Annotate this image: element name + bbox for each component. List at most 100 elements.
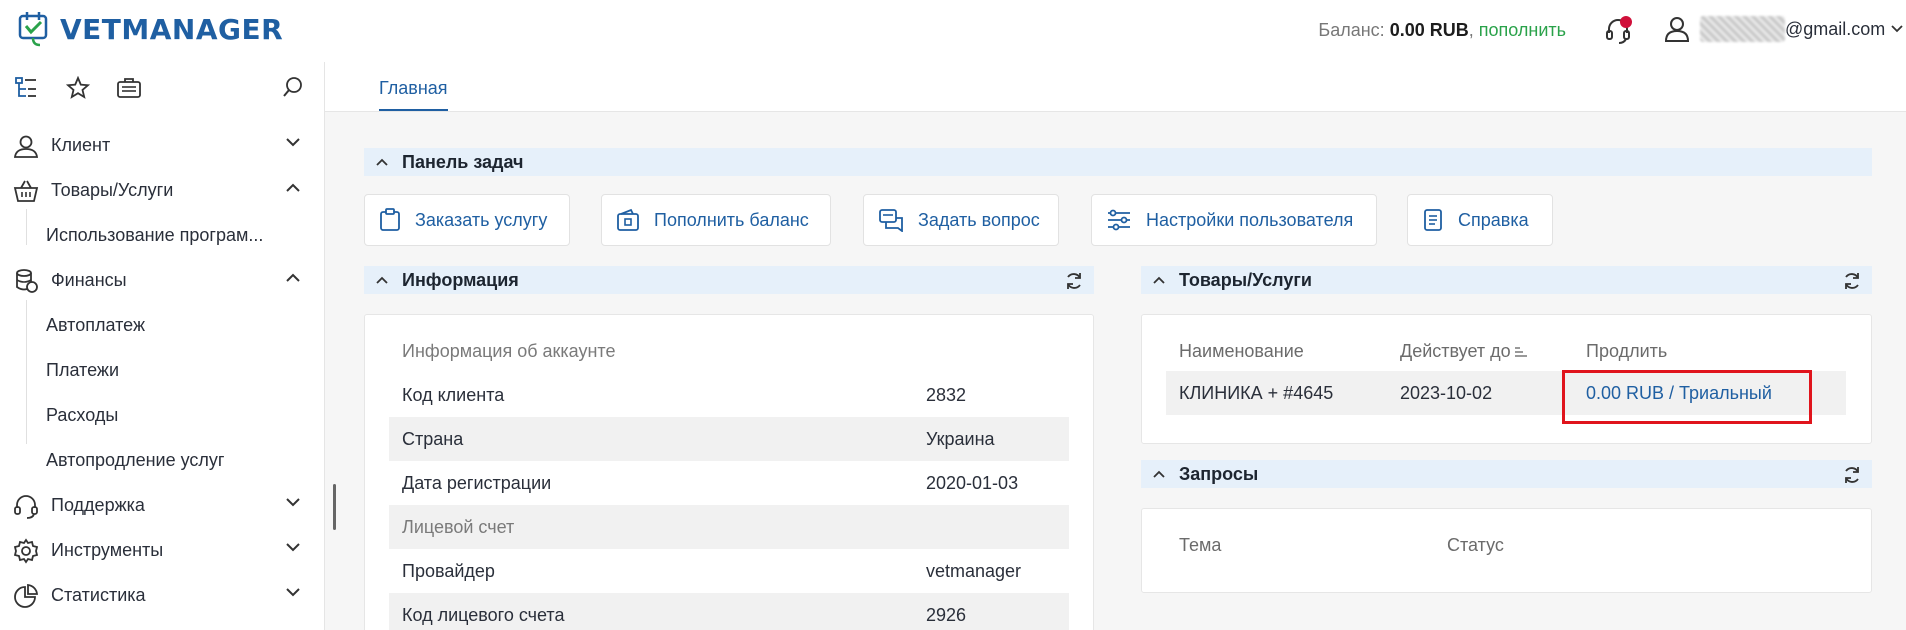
sidebar: Клиент Товары/Услуги Использование прогр… xyxy=(0,62,325,630)
sort-icon xyxy=(1514,345,1528,359)
sidebar-subitem-expenses[interactable]: Расходы xyxy=(46,405,118,426)
chat-icon xyxy=(878,208,904,232)
document-icon xyxy=(1422,208,1444,232)
sidebar-subitem-payments[interactable]: Платежи xyxy=(46,360,119,381)
column-header-valid-until[interactable]: Действует до xyxy=(1400,341,1528,362)
info-key: Страна xyxy=(402,429,464,449)
info-row: Код клиента 2832 xyxy=(389,373,1069,417)
info-value: Украина xyxy=(926,429,995,449)
logo-text: VETMANAGER xyxy=(60,12,284,46)
chevron-up-icon xyxy=(286,183,300,192)
section-title: Товары/Услуги xyxy=(1179,269,1312,290)
column-header-renew: Продлить xyxy=(1586,341,1668,361)
sidebar-item-tools[interactable]: Инструменты xyxy=(0,532,320,568)
sidebar-scrollbar[interactable] xyxy=(333,484,336,530)
help-button[interactable]: Справка xyxy=(1407,194,1553,246)
sidebar-item-support[interactable]: Поддержка xyxy=(0,487,320,523)
sidebar-item-client[interactable]: Клиент xyxy=(0,127,320,163)
topup-link[interactable]: пополнить xyxy=(1479,20,1566,40)
email-redacted xyxy=(1700,16,1785,42)
column-header-status: Статус xyxy=(1447,535,1504,555)
chevron-up-icon xyxy=(1153,276,1165,284)
balance-amount: 0.00 RUB xyxy=(1389,20,1469,40)
sidebar-item-label: Статистика xyxy=(51,585,146,605)
sidebar-item-goods[interactable]: Товары/Услуги xyxy=(0,172,320,208)
briefcase-icon[interactable] xyxy=(116,76,142,100)
notifications-button[interactable] xyxy=(1602,14,1634,46)
info-value: vetmanager xyxy=(926,561,1022,581)
section-title: Панель задач xyxy=(402,151,524,172)
info-key: Информация об аккаунте xyxy=(402,341,616,361)
cell-name: КЛИНИКА + #4645 xyxy=(1179,383,1334,403)
info-value: 2926 xyxy=(926,605,967,625)
button-label: Настройки пользователя xyxy=(1146,209,1354,230)
info-key: Дата регистрации xyxy=(402,473,552,493)
info-row: Дата регистрации 2020-01-03 xyxy=(389,461,1069,505)
sidebar-item-statistics[interactable]: Статистика xyxy=(0,577,320,613)
tab-bar: Главная xyxy=(325,62,1906,112)
user-email: @gmail.com xyxy=(1785,18,1886,39)
requests-panel: Тема Статус xyxy=(1141,508,1872,593)
pie-chart-icon xyxy=(13,583,39,609)
topup-balance-button[interactable]: Пополнить баланс xyxy=(601,194,831,246)
search-icon[interactable] xyxy=(282,76,304,98)
requests-panel-header[interactable]: Запросы xyxy=(1141,460,1872,488)
refresh-icon[interactable] xyxy=(1842,465,1862,485)
basket-icon xyxy=(13,178,39,204)
info-row: Страна Украина xyxy=(389,417,1069,461)
info-key: Лицевой счет xyxy=(402,517,515,537)
ask-question-button[interactable]: Задать вопрос xyxy=(863,194,1059,246)
client-icon xyxy=(13,133,39,159)
info-panel-header[interactable]: Информация xyxy=(364,266,1094,294)
goods-panel-header[interactable]: Товары/Услуги xyxy=(1141,266,1872,294)
column-header-name: Наименование xyxy=(1179,341,1304,361)
column-header-label: Действует до xyxy=(1400,341,1511,361)
user-menu[interactable]: @gmail.com xyxy=(1664,15,1903,43)
cell-valid-until: 2023-10-02 xyxy=(1400,383,1493,403)
wallet-icon xyxy=(616,208,640,232)
order-service-button[interactable]: Заказать услугу xyxy=(364,194,570,246)
refresh-icon[interactable] xyxy=(1842,271,1862,291)
chevron-down-icon xyxy=(286,498,300,507)
chevron-up-icon xyxy=(286,273,300,282)
info-row: Лицевой счет xyxy=(389,505,1069,549)
coins-icon xyxy=(13,268,39,294)
app-header: VETMANAGER Баланс: 0.00 RUB, пополнить @… xyxy=(0,0,1906,62)
sidebar-item-label: Финансы xyxy=(51,270,127,290)
headset-notification-icon xyxy=(1602,14,1634,46)
task-panel-header[interactable]: Панель задач xyxy=(364,148,1872,176)
chevron-down-icon xyxy=(286,588,300,597)
sidebar-item-finance[interactable]: Финансы xyxy=(0,262,320,298)
balance-display: Баланс: 0.00 RUB, пополнить xyxy=(1318,20,1566,41)
sidebar-item-label: Поддержка xyxy=(51,495,145,515)
refresh-icon[interactable] xyxy=(1064,271,1084,291)
sidebar-toolbar xyxy=(0,62,324,110)
info-key: Код лицевого счета xyxy=(402,605,565,625)
tab-home[interactable]: Главная xyxy=(379,78,448,111)
sidebar-item-label: Клиент xyxy=(51,135,111,155)
chevron-down-icon xyxy=(286,138,300,147)
button-label: Заказать услугу xyxy=(415,209,548,230)
sidebar-subitem-autopay[interactable]: Автоплатеж xyxy=(46,315,145,336)
star-icon[interactable] xyxy=(66,76,90,100)
button-label: Задать вопрос xyxy=(918,209,1040,230)
submenu-guide xyxy=(26,209,27,245)
sliders-icon xyxy=(1106,209,1132,231)
clipboard-icon xyxy=(379,208,401,232)
chevron-down-icon xyxy=(1891,25,1903,33)
info-row: Провайдер vetmanager xyxy=(389,549,1069,593)
user-avatar-icon xyxy=(1664,15,1690,43)
sidebar-subitem-auto-renewal[interactable]: Автопродление услуг xyxy=(46,450,225,471)
user-settings-button[interactable]: Настройки пользователя xyxy=(1091,194,1377,246)
chevron-up-icon xyxy=(1153,470,1165,478)
info-panel: Информация об аккаунте Код клиента 2832 … xyxy=(364,314,1094,630)
submenu-guide xyxy=(26,300,27,444)
sidebar-item-label: Инструменты xyxy=(51,540,164,560)
sidebar-item-label: Товары/Услуги xyxy=(51,180,174,200)
button-label: Справка xyxy=(1458,209,1529,230)
chevron-up-icon xyxy=(376,158,388,166)
tree-icon[interactable] xyxy=(14,76,38,100)
logo[interactable]: VETMANAGER xyxy=(18,10,283,48)
sidebar-subitem-program-usage[interactable]: Использование програм... xyxy=(46,225,263,246)
button-label: Пополнить баланс xyxy=(654,209,809,230)
